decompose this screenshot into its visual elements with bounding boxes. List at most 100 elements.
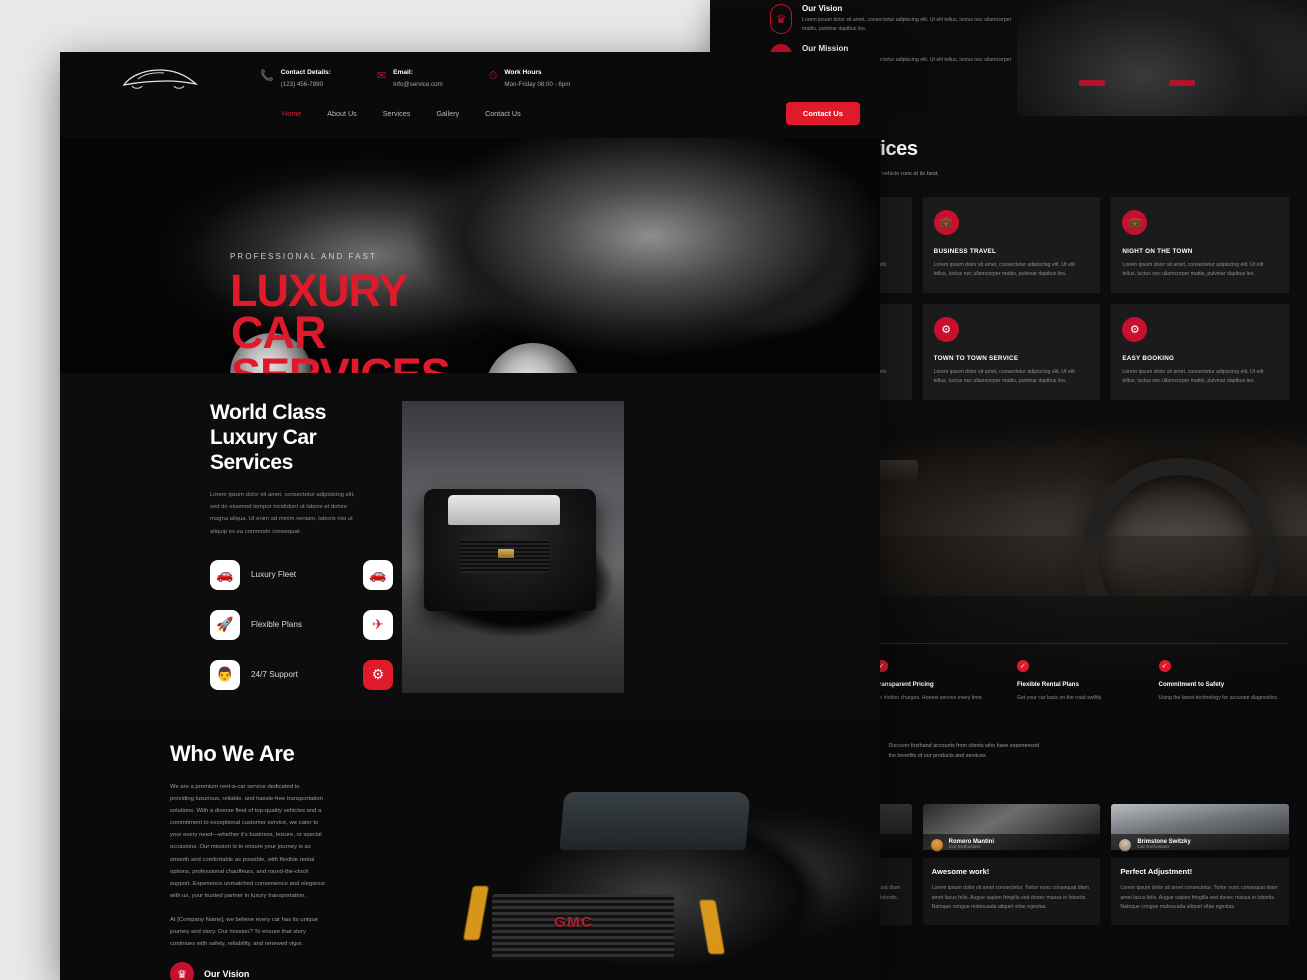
testimonial-card[interactable]: Brimstone Switzky Car Enthusiast Perfect… — [1111, 803, 1289, 925]
steering-wheel-icon: ⚙ — [1122, 317, 1148, 343]
envelope-icon: ✉ — [376, 69, 387, 82]
contact-email[interactable]: ✉ Email: Info@service.com — [377, 69, 443, 88]
service-card[interactable]: 💼 NIGHT ON THE TOWN Lorem ipsum dolor si… — [1111, 196, 1289, 294]
car-front-icon: 🚗 — [363, 559, 393, 590]
hero-heading-line1: LUXURY — [230, 265, 408, 316]
steering-wheel-icon: ⚙ — [363, 659, 393, 690]
world-class-section: World Class Luxury Car Services Lorem ip… — [60, 373, 880, 719]
author-role: Car Enthusiast — [948, 845, 981, 851]
contact-phone-value: (123) 456-7890 — [280, 80, 324, 88]
world-class-paragraph: Lorem ipsum dolor sit amet, consectetur … — [210, 492, 355, 535]
check-circle-icon: ✓ — [1158, 660, 1171, 673]
service-card[interactable]: 💼 BUSINESS TRAVEL Lorem ipsum dolor sit … — [922, 196, 1101, 294]
hero-kicker: PROFESSIONAL AND FAST — [230, 252, 377, 261]
trust-item: ✓ Transparent Pricing No hidden charges.… — [875, 660, 1007, 703]
car-silhouette-logo-icon — [122, 69, 199, 89]
feature-flexible-plans[interactable]: 🚀 Flexible Plans — [210, 609, 347, 640]
truck-photo — [1017, 0, 1307, 120]
logo[interactable] — [60, 64, 260, 92]
car-front-icon: 🚗 — [210, 559, 240, 590]
service-card[interactable]: ⚙ EASY BOOKING Lorem ipsum dolor sit ame… — [1111, 304, 1289, 401]
service-card-text: Lorem ipsum dolor sit amet, consectetur … — [1122, 369, 1264, 385]
who-we-are-paragraph-1: We are a premium rent-a-car service dedi… — [170, 784, 325, 899]
service-card-text: Lorem ipsum dolor sit amet, consectetur … — [933, 261, 1075, 278]
testimonial-title: Perfect Adjustment! — [1120, 866, 1193, 876]
feature-label: Luxury Fleet — [251, 570, 297, 580]
testimonial-author: Romero Mantini Car Enthusiast — [922, 833, 1101, 858]
luggage-icon: 💼 — [933, 209, 959, 235]
truck-headlight-left — [463, 886, 489, 941]
work-hours: ⏱ Work Hours Mon-Friday 08:00 - 6pm — [489, 69, 571, 88]
feature-label: 24/7 Support — [251, 670, 298, 680]
service-card-title: NIGHT ON THE TOWN — [1122, 247, 1193, 255]
trust-item: ✓ Flexible Rental Plans Get your car bac… — [1017, 660, 1148, 703]
nav-item-services[interactable]: Services — [383, 109, 411, 118]
contact-phone[interactable]: 📞 Contact Details: (123) 456-7890 — [260, 69, 331, 88]
main-navigation: Home About Us Services Gallery Contact U… — [60, 92, 880, 138]
truck-headlight-right — [699, 900, 725, 955]
luggage-icon: 💼 — [1122, 209, 1148, 235]
service-card-title: TOWN TO TOWN SERVICE — [933, 355, 1019, 363]
luxury-suv-photo — [402, 401, 624, 693]
trust-item-title: Flexible Rental Plans — [1017, 681, 1079, 689]
who-we-are-section: GMC Who We Are We are a premium rent-a-c… — [60, 719, 880, 980]
steering-wheel-icon: ⚙ — [933, 317, 959, 343]
vision-text: Lorem ipsum dolor sit amet, consectetur … — [802, 17, 1012, 33]
suv-badge-shape — [498, 549, 514, 558]
rocket-icon: 🚀 — [210, 609, 240, 640]
service-card-title: EASY BOOKING — [1122, 355, 1175, 363]
contact-email-label: Email: — [393, 68, 413, 76]
primary-page-panel: 📞 Contact Details: (123) 456-7890 ✉ Emai… — [60, 52, 880, 980]
work-hours-label: Work Hours — [504, 68, 542, 76]
contact-phone-label: Contact Details: — [280, 68, 331, 76]
trust-item-text: Get your car back on the road swiftly. — [1017, 695, 1103, 702]
service-card-text: Lorem ipsum dolor sit amet, consectetur … — [1122, 261, 1264, 278]
service-card-title: BUSINESS TRAVEL — [933, 247, 997, 255]
our-vision-block: ♛ Our Vision — [170, 962, 325, 980]
feature-247-support[interactable]: 👨 24/7 Support — [210, 659, 347, 690]
trust-item-text: No hidden charges. Honest service every … — [875, 695, 984, 702]
our-vision-title: Our Vision — [204, 969, 250, 980]
trust-item-title: Transparent Pricing — [875, 681, 934, 689]
nav-item-contact-us[interactable]: Contact Us — [485, 109, 521, 118]
gmc-badge: GMC — [554, 914, 594, 932]
testimonial-text: Lorem ipsum dolor sit amet consectetur. … — [1120, 884, 1278, 911]
trophy-icon: ♛ — [170, 962, 194, 980]
contact-us-button[interactable]: Contact Us — [785, 102, 860, 125]
testimonial-text: Lorem ipsum dolor sit amet consectetur. … — [931, 884, 1089, 911]
site-header: 📞 Contact Details: (123) 456-7890 ✉ Emai… — [60, 52, 880, 138]
contact-email-value: Info@service.com — [393, 80, 443, 88]
hero-heading: LUXURY CAR SERVICES — [230, 265, 451, 373]
truck-windshield-shape — [559, 792, 751, 851]
feature-label: Flexible Plans — [251, 620, 302, 630]
nav-item-home[interactable]: Home — [282, 109, 301, 118]
gmc-truck-photo: GMC — [450, 768, 880, 980]
trophy-icon: ♛ — [770, 4, 792, 34]
work-hours-value: Mon-Friday 08:00 - 6pm — [504, 80, 571, 88]
check-circle-icon: ✓ — [1017, 660, 1029, 673]
testimonial-title: Awesome work! — [931, 866, 990, 876]
suv-windshield-shape — [448, 495, 560, 525]
phone-icon: 📞 — [260, 69, 274, 82]
nav-item-gallery[interactable]: Gallery — [436, 109, 459, 118]
who-we-are-paragraph-2: At [Company Name], we believe every car … — [170, 916, 318, 948]
feature-luxury-fleet[interactable]: 🚗 Luxury Fleet — [210, 559, 347, 590]
author-role: Car Enthusiast — [1137, 845, 1169, 851]
trust-item-title: Commitment to Safety — [1158, 681, 1225, 689]
testimonial-author: Brimstone Switzky Car Enthusiast — [1111, 833, 1289, 858]
hero-section: PROFESSIONAL AND FAST LUXURY CAR SERVICE… — [60, 138, 880, 373]
service-card-text: Lorem ipsum dolor sit amet, consectetur … — [933, 369, 1075, 385]
testimonial-card[interactable]: Romero Mantini Car Enthusiast Awesome wo… — [922, 803, 1101, 925]
trust-item-text: Using the latest technology for accurate… — [1158, 695, 1279, 702]
hero-heading-line2: CAR — [231, 306, 326, 358]
trust-item: ✓ Commitment to Safety Using the latest … — [1158, 660, 1290, 703]
who-we-are-heading: Who We Are — [170, 741, 295, 766]
world-class-heading: World Class Luxury Car Services — [210, 401, 327, 474]
testimonials-subtitle: Discover firsthand accounts from clients… — [888, 743, 1040, 759]
hero-heading-line3: SERVICES — [230, 352, 451, 373]
vision-title: Our Vision — [802, 4, 843, 13]
service-card[interactable]: ⚙ TOWN TO TOWN SERVICE Lorem ipsum dolor… — [922, 304, 1101, 401]
support-agent-icon: 👨 — [210, 659, 240, 690]
clock-icon: ⏱ — [488, 69, 498, 82]
nav-item-about-us[interactable]: About Us — [327, 109, 357, 118]
